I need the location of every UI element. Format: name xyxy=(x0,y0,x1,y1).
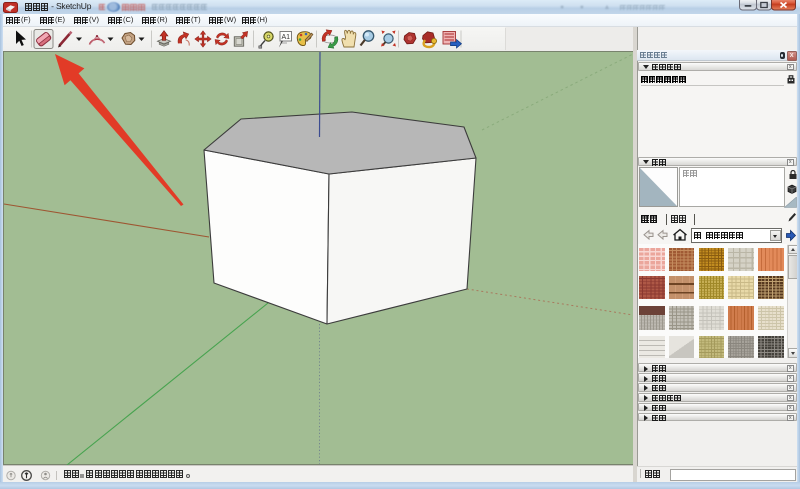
svg-text:A1: A1 xyxy=(282,34,291,41)
